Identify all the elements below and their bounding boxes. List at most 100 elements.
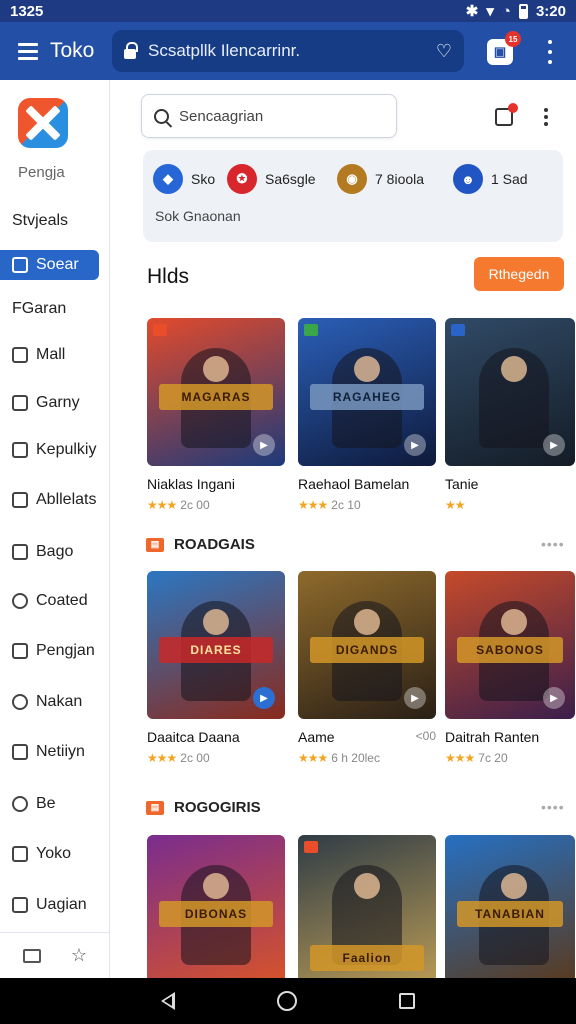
category-chip[interactable]: ◉ 7 8ioola — [337, 164, 424, 194]
cover-title: DIBONAS — [159, 901, 273, 927]
game-card[interactable]: ▶ Tanie ★★ — [445, 318, 575, 512]
pen-icon — [12, 744, 28, 760]
more-options-icon[interactable] — [543, 108, 549, 126]
sidebar-item-mall[interactable]: Mall — [12, 340, 102, 370]
sidebar-item-fgaran[interactable]: FGaran — [12, 294, 102, 324]
category-chip[interactable]: ◆ Sko — [153, 164, 215, 194]
game-thumbnail: DIARES ▶ — [147, 571, 285, 719]
rating-value: 2c 00 — [180, 498, 210, 512]
rating-value: 6 h 20lec — [331, 751, 380, 765]
sidebar-item-be[interactable]: Be — [12, 789, 102, 819]
hamburger-menu-icon[interactable] — [8, 31, 48, 71]
sidebar-item-label: Coated — [36, 592, 88, 609]
section-title: Hlds — [147, 265, 190, 288]
game-card[interactable]: SABONOS ▶ Daitrah Ranten ★★★ 7c 20 — [445, 571, 575, 765]
rating-value: 2c 10 — [331, 498, 361, 512]
sidebar-item-pengjan[interactable]: Pengjan — [12, 636, 102, 666]
character-art — [479, 348, 549, 448]
sidebar-item-kepulkiy[interactable]: Kepulkiy — [12, 435, 102, 465]
game-thumbnail: MAGARAS ▶ — [147, 318, 285, 466]
app-bar: Toko Scsatpllk Ilencarrinr. ♡ ▣ 15 — [0, 22, 576, 80]
game-thumbnail: DIGANDS ▶ — [298, 571, 436, 719]
more-dots-icon[interactable]: •••• — [541, 536, 565, 552]
section-action-button[interactable]: Rthegedn — [474, 257, 564, 291]
more-dots-icon[interactable]: •••• — [541, 799, 565, 815]
play-icon[interactable]: ▶ — [253, 687, 275, 709]
search-icon — [154, 108, 169, 124]
play-icon[interactable]: ▶ — [543, 687, 565, 709]
play-icon[interactable]: ▶ — [404, 687, 426, 709]
status-icons: ✱ ▾ ◔ 3:20 — [465, 2, 566, 21]
sidebar-item-label: Pengjan — [36, 642, 95, 659]
app-logo — [18, 98, 68, 148]
rating-value: 7c 20 — [478, 751, 508, 765]
star-icon[interactable]: ☆ — [71, 945, 87, 966]
sidebar-item-stvjeals[interactable]: Stvjeals — [12, 206, 102, 236]
publisher-badge-icon — [304, 324, 318, 336]
game-card[interactable]: DIBONAS — [147, 835, 285, 978]
favorite-icon[interactable]: ♡ — [436, 41, 452, 62]
sidebar-item-label: FGaran — [12, 300, 67, 317]
game-thumbnail: SABONOS ▶ — [445, 571, 575, 719]
home-icon[interactable] — [277, 991, 297, 1011]
home-icon — [12, 347, 28, 363]
subheading-text: ROGOGIRIS — [174, 799, 261, 816]
card-icon[interactable] — [22, 948, 41, 963]
tabs-icon[interactable] — [495, 103, 518, 126]
star-rating-icon: ★★★ — [147, 498, 177, 512]
sidebar-item-abllelats[interactable]: Abllelats — [12, 485, 102, 515]
game-extra: <00 — [415, 729, 436, 743]
bluetooth-icon: ✱ — [465, 3, 479, 20]
game-card[interactable]: TANABIAN — [445, 835, 575, 978]
sidebar-item-yoko[interactable]: Yoko — [12, 839, 102, 869]
sidebar-item-label: Stvjeals — [12, 212, 69, 229]
game-name: Niaklas Ingani — [147, 476, 235, 492]
game-rating: ★★ — [445, 498, 575, 512]
sidebar: Pengja Stvjeals Soear FGaran Mall Garny … — [0, 80, 110, 978]
section-tag-icon: ▤ — [146, 800, 164, 815]
file-icon — [12, 643, 28, 659]
play-icon[interactable]: ▶ — [404, 434, 426, 456]
cover-title: DIGANDS — [310, 637, 424, 663]
cover-title: RAGAHEG — [310, 384, 424, 410]
sidebar-item-nakan[interactable]: Nakan — [12, 687, 102, 717]
category-chip[interactable]: ☻ 1 Sad — [453, 164, 528, 194]
play-icon[interactable]: ▶ — [543, 434, 565, 456]
sidebar-item-coated[interactable]: Coated — [12, 586, 102, 616]
overflow-menu-icon[interactable] — [540, 40, 560, 64]
sidebar-item-soear[interactable]: Soear — [0, 250, 99, 280]
game-card[interactable]: RAGAHEG ▶ Raehaol Bamelan ★★★ 2c 10 — [298, 318, 436, 512]
recent-apps-icon[interactable] — [399, 993, 415, 1009]
game-card[interactable]: Faalion — [298, 835, 436, 978]
sidebar-item-bago[interactable]: Bago — [12, 537, 102, 567]
tabs-button[interactable]: ▣ 15 — [487, 31, 521, 65]
category-label: Sa6sgle — [265, 171, 316, 187]
sidebar-item-garny[interactable]: Garny — [12, 388, 102, 418]
publisher-badge-icon — [304, 841, 318, 853]
sidebar-item-uagian[interactable]: Uagian — [12, 890, 102, 920]
game-rating: ★★★ 2c 00 — [147, 498, 285, 512]
sidebar-item-label: Soear — [36, 256, 79, 273]
url-text: Scsatpllk Ilencarrinr. — [148, 41, 301, 60]
lock-icon — [124, 41, 138, 59]
sidebar-item-label: Kepulkiy — [36, 441, 97, 458]
status-clock: 3:20 — [535, 2, 566, 20]
back-icon[interactable] — [161, 992, 175, 1010]
game-thumbnail: RAGAHEG ▶ — [298, 318, 436, 466]
game-card[interactable]: DIARES ▶ Daaitca Daana ★★★ 2c 00 — [147, 571, 285, 765]
game-card[interactable]: MAGARAS ▶ Niaklas Ingani ★★★ 2c 00 — [147, 318, 285, 512]
url-bar[interactable]: Scsatpllk Ilencarrinr. ♡ — [112, 30, 464, 72]
search-input[interactable]: Sencaagrian — [141, 94, 397, 138]
sidebar-item-netiiyn[interactable]: Netiiyn — [12, 737, 102, 767]
play-icon[interactable]: ▶ — [253, 434, 275, 456]
game-rating: ★★★ 6 h 20lec — [298, 751, 436, 765]
game-thumbnail: DIBONAS — [147, 835, 285, 978]
game-card[interactable]: DIGANDS ▶ Aame <00 ★★★ 6 h 20lec — [298, 571, 436, 765]
category-chip[interactable]: ✪ Sa6sgle — [227, 164, 316, 194]
system-nav-bar — [0, 978, 576, 1024]
bag-icon — [12, 544, 28, 560]
game-icon: ☻ — [453, 164, 483, 194]
search-placeholder: Sencaagrian — [179, 107, 264, 125]
category-label: 1 Sad — [491, 171, 528, 187]
sidebar-item-label: Garny — [36, 394, 80, 411]
